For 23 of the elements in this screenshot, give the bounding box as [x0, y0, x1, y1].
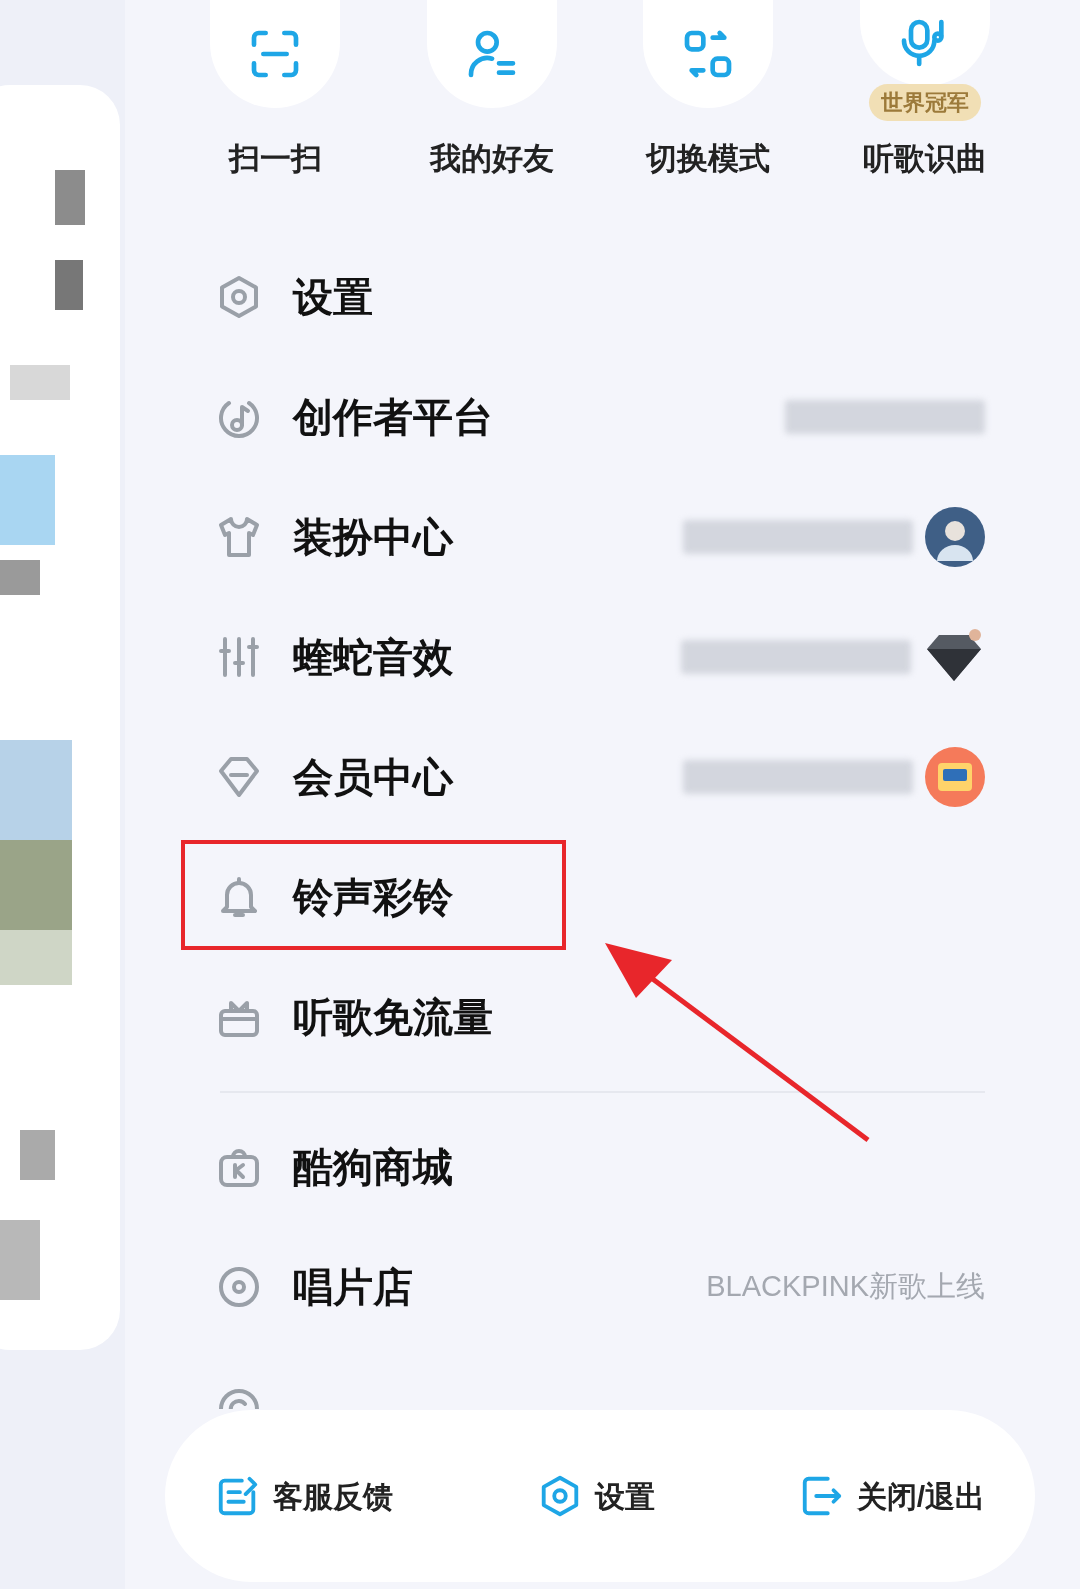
action-button[interactable]: [210, 0, 341, 108]
bottom-bar-button[interactable]: 关闭/退出: [798, 1473, 985, 1519]
ticket-icon: [925, 747, 985, 807]
bottom-bar-button[interactable]: 设置: [536, 1473, 655, 1519]
badge-tag: 世界冠军: [868, 84, 981, 121]
menu-item[interactable]: 装扮中心: [293, 507, 453, 567]
action-label: 扫一扫: [228, 140, 322, 178]
action-button[interactable]: [643, 0, 774, 108]
menu-item[interactable]: 蝰蛇音效: [293, 627, 453, 687]
menu-item[interactable]: 听歌免流量: [293, 987, 493, 1047]
action-label: 听歌识曲: [862, 140, 987, 178]
menu-item[interactable]: 酷狗商城: [293, 1137, 453, 1197]
menu-item[interactable]: 唱片店: [293, 1257, 413, 1317]
menu-item[interactable]: 会员中心: [293, 747, 453, 807]
menu-item[interactable]: 铃声彩铃: [293, 867, 453, 927]
action-button[interactable]: [426, 0, 557, 108]
avatar-icon: [925, 507, 985, 567]
action-label: 我的好友: [429, 140, 554, 178]
menu-item[interactable]: 设置: [293, 267, 373, 327]
menu-note: BLACKPINK新歌上线: [706, 1269, 985, 1305]
bottom-bar-button[interactable]: 客服反馈: [215, 1473, 393, 1519]
action-label: 切换模式: [646, 140, 771, 178]
menu-item[interactable]: 创作者平台: [293, 387, 493, 447]
